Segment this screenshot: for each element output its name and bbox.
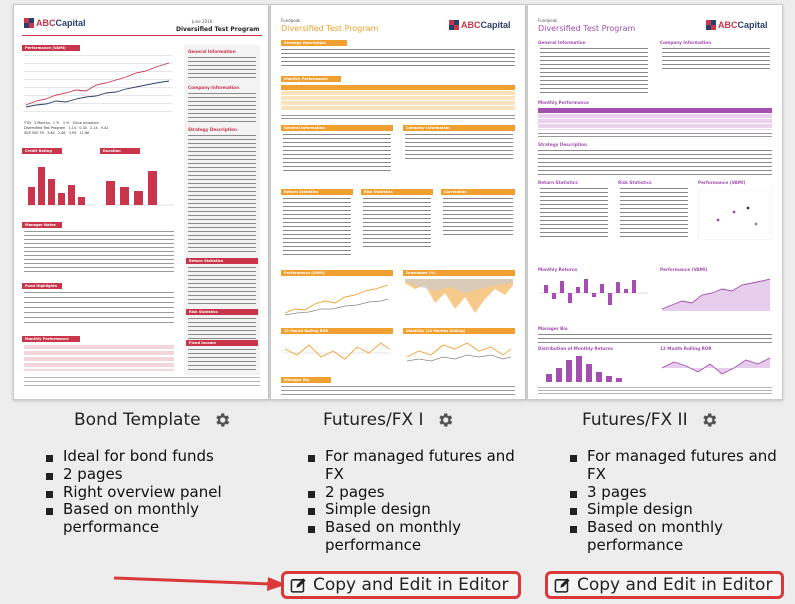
arrow-right-icon [113, 576, 286, 591]
section-correlation: Correlation [441, 189, 515, 195]
drawdown-area-chart [405, 279, 513, 313]
feature-item: Based on monthly performance [305, 518, 515, 555]
duration-bar-chart [102, 171, 174, 206]
section-manager-bio: Manager Bio [538, 326, 568, 331]
vami-line-chart [284, 284, 389, 316]
section-monthly-returns: Monthly Returns [538, 267, 578, 272]
preview-kicker: Fundpeak [281, 18, 301, 23]
section-fixed-income: Fixed Income [186, 340, 258, 346]
copy-edit-label: Copy and Edit in Editor [577, 575, 773, 595]
section-general-information: General Information [188, 49, 236, 54]
preview-doc-title: Diversified Test Program [176, 26, 260, 33]
vami-line-chart [25, 62, 170, 108]
copy-edit-button-futures-fx-1[interactable]: Copy and Edit in Editor [281, 571, 521, 599]
edit-icon [290, 577, 306, 593]
section-strategy-description: Strategy Description [188, 127, 238, 132]
feature-item: 2 pages [305, 483, 515, 502]
section-company-information: Company Information [188, 85, 240, 90]
section-return-statistics: Return Statistics [538, 180, 578, 185]
preview-doc-title: Diversified Test Program [281, 24, 379, 33]
rolling-ror-area-chart [662, 357, 770, 375]
section-risk-statistics: Risk Statistics [618, 180, 652, 185]
credit-rating-bar-chart [24, 167, 96, 206]
section-performance-vami-2: Performance (VAMI) [660, 267, 708, 272]
abc-capital-logo: ABCCapital [24, 18, 86, 28]
scatter-chart [698, 190, 772, 240]
section-performance-vami: Performance (VAMI) [698, 180, 746, 185]
bond-template-features: Ideal for bond funds 2 pages Right overv… [43, 447, 243, 537]
preview-kicker: Fundpeak [538, 18, 558, 23]
distribution-bar-chart [546, 356, 622, 382]
section-return-statistics: Return Statistics [186, 258, 258, 264]
feature-item: 3 pages [567, 483, 777, 502]
futures-fx-1-title: Futures/FX I [323, 410, 454, 430]
feature-item: Simple design [567, 501, 777, 519]
feature-item: Simple design [305, 501, 515, 519]
section-rolling-ror: 12 Month Rolling ROR [660, 346, 712, 351]
section-monthly-performance: Monthly Performance [538, 100, 589, 105]
section-performance-vami: Performance (VAMI) [281, 270, 393, 276]
section-general-information: General Information [538, 40, 586, 45]
feature-item: Right overview panel [43, 483, 243, 502]
section-credit-rating: Credit Rating [22, 148, 62, 154]
section-manager-notes: Manager Notes [22, 222, 62, 228]
preview-date: June 2016 [192, 19, 213, 24]
gear-icon[interactable] [700, 411, 718, 429]
section-risk-statistics: Risk Statistics [186, 309, 258, 315]
volatility-chart [406, 342, 512, 362]
futures-fx-1-preview[interactable]: Fundpeak Diversified Test Program ABCCap… [270, 4, 526, 400]
vami-area-chart [662, 278, 770, 311]
section-duration: Duration [100, 148, 140, 154]
bond-template-title: Bond Template [74, 410, 231, 430]
section-strategy-description: Strategy Description [281, 40, 347, 46]
gear-icon[interactable] [436, 411, 454, 429]
section-performance: Performance (VAMI) [22, 45, 80, 51]
section-manager-bio: Manager Bio [281, 377, 331, 383]
gear-icon[interactable] [213, 411, 231, 429]
copy-edit-button-futures-fx-2[interactable]: Copy and Edit in Editor [545, 571, 784, 599]
preview-doc-title: Diversified Test Program [538, 24, 636, 33]
section-volatility: Volatility (12 Months Rolling) [403, 328, 515, 334]
futures-fx-2-preview[interactable]: Fundpeak Diversified Test Program ABCCap… [527, 4, 783, 400]
section-drawdown: Drawdown (%) [403, 270, 515, 276]
feature-item: For managed futures and FX [567, 447, 777, 484]
monthly-returns-bar-chart [540, 279, 648, 305]
section-return-statistics: Return Statistics [281, 189, 353, 195]
section-risk-statistics: Risk Statistics [361, 189, 433, 195]
edit-icon [554, 577, 570, 593]
feature-item: Based on monthly performance [43, 501, 243, 537]
abc-capital-logo: ABCCapital [706, 20, 768, 30]
section-strategy-description: Strategy Description [538, 142, 588, 147]
feature-item: 2 pages [43, 465, 243, 484]
section-rolling-ror: 12 Month Rolling ROR [281, 328, 393, 334]
section-monthly-performance: Monthly Performance [281, 76, 341, 82]
copy-edit-label: Copy and Edit in Editor [313, 575, 509, 595]
section-fund-highlights: Fund Highlights [22, 283, 62, 289]
futures-fx-1-features: For managed futures and FX 2 pages Simpl… [305, 447, 515, 555]
futures-fx-2-title: Futures/FX II [582, 410, 718, 430]
feature-item: Based on monthly performance [567, 518, 777, 555]
section-company-information: Company Information [403, 125, 515, 131]
section-monthly-performance: Monthly Performance [22, 336, 80, 342]
bond-template-preview[interactable]: June 2016 Diversified Test Program ABCCa… [13, 4, 269, 400]
rolling-ror-chart [283, 342, 391, 360]
section-distribution: Distribution of Monthly Returns [538, 346, 614, 351]
section-general-information: General Information [281, 125, 393, 131]
abc-capital-logo: ABCCapital [449, 20, 511, 30]
feature-item: For managed futures and FX [305, 447, 515, 484]
section-company-information: Company Information [660, 40, 712, 45]
futures-fx-2-features: For managed futures and FX 3 pages Simpl… [567, 447, 777, 555]
template-gallery: June 2016 Diversified Test Program ABCCa… [0, 0, 795, 604]
feature-item: Ideal for bond funds [43, 447, 243, 466]
